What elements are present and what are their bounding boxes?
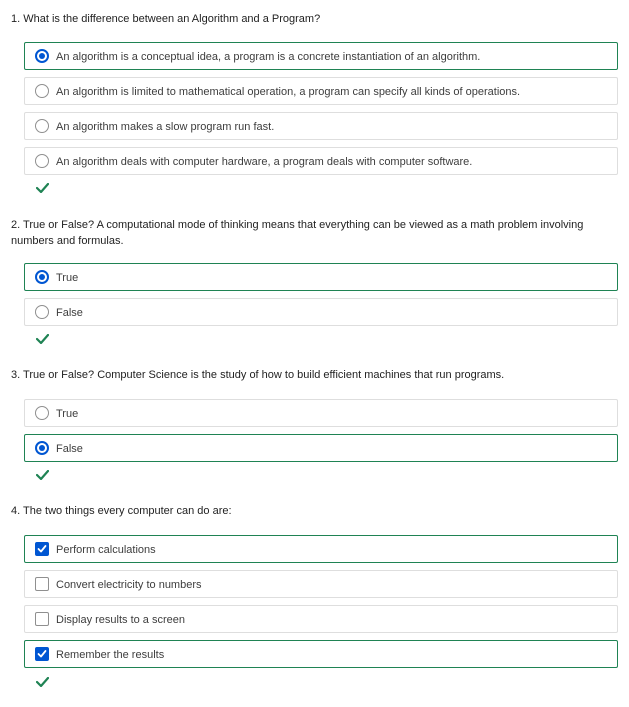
question-2-text: 2. True or False? A computational mode o… <box>11 219 584 247</box>
q2-option-true-label: True <box>56 272 79 284</box>
q1-option-2-label: An algorithm is limited to mathematical … <box>56 86 521 98</box>
q1-option-2[interactable]: An algorithm is limited to mathematical … <box>24 77 618 105</box>
radio[interactable] <box>35 84 49 98</box>
radio[interactable] <box>35 305 49 319</box>
q1-option-4-label: An algorithm deals with computer hardwar… <box>56 156 473 168</box>
checkmark-icon <box>36 183 49 193</box>
radio[interactable] <box>35 154 49 168</box>
q2-option-true[interactable]: True <box>24 263 618 291</box>
q1-option-3-label: An algorithm makes a slow program run fa… <box>56 121 275 133</box>
question-3-text: 3. True or False? Computer Science is th… <box>11 369 505 381</box>
checkbox[interactable] <box>35 577 49 591</box>
q1-option-4[interactable]: An algorithm deals with computer hardwar… <box>24 147 618 175</box>
q1-option-1-label: An algorithm is a conceptual idea, a pro… <box>56 51 481 63</box>
checkbox-checked-icon[interactable] <box>35 542 49 556</box>
radio[interactable] <box>35 406 49 420</box>
question-4-text: 4. The two things every computer can do … <box>11 505 232 517</box>
question-1-text: 1. What is the difference between an Alg… <box>11 13 321 25</box>
q4-option-4[interactable]: Remember the results <box>24 640 618 668</box>
radio-selected[interactable] <box>35 270 49 284</box>
q4-option-2[interactable]: Convert electricity to numbers <box>24 570 618 598</box>
checkbox-checked-icon[interactable] <box>35 647 49 661</box>
q4-option-3[interactable]: Display results to a screen <box>24 605 618 633</box>
radio-selected[interactable] <box>35 49 49 63</box>
q3-option-false[interactable]: False <box>24 434 618 462</box>
q3-option-false-label: False <box>56 443 83 455</box>
radio-selected[interactable] <box>35 441 49 455</box>
q4-option-3-label: Display results to a screen <box>56 614 185 626</box>
q3-option-true-label: True <box>56 408 79 420</box>
radio[interactable] <box>35 119 49 133</box>
checkmark-icon <box>36 677 49 687</box>
q4-option-4-label: Remember the results <box>56 649 165 661</box>
q4-option-1-label: Perform calculations <box>56 544 156 556</box>
checkmark-icon <box>36 334 49 344</box>
checkmark-icon <box>36 470 49 480</box>
q1-option-1[interactable]: An algorithm is a conceptual idea, a pro… <box>24 42 618 70</box>
q4-option-2-label: Convert electricity to numbers <box>56 579 202 591</box>
checkbox[interactable] <box>35 612 49 626</box>
q4-option-1[interactable]: Perform calculations <box>24 535 618 563</box>
q3-option-true[interactable]: True <box>24 399 618 427</box>
q2-option-false[interactable]: False <box>24 298 618 326</box>
q1-option-3[interactable]: An algorithm makes a slow program run fa… <box>24 112 618 140</box>
q2-option-false-label: False <box>56 307 83 319</box>
